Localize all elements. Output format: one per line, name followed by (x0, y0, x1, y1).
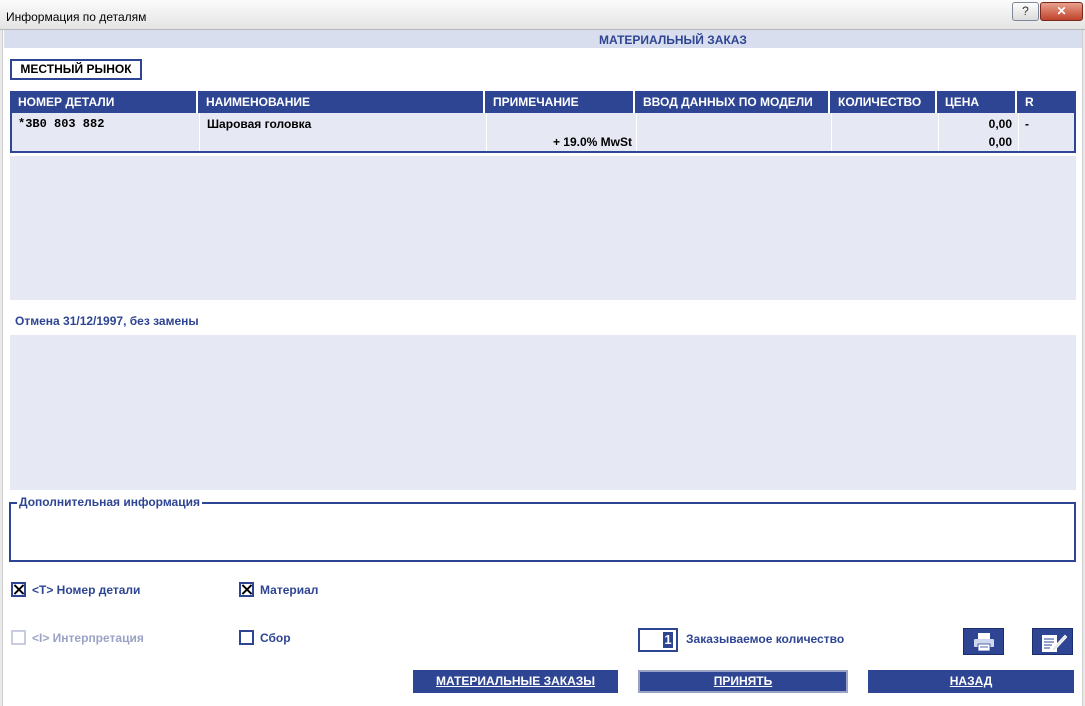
quantity-cell (832, 113, 939, 151)
part-number-checkbox[interactable]: <T> Номер детали (11, 582, 140, 597)
table-header: НОМЕР ДЕТАЛИ НАИМЕНОВАНИЕ ПРИМЕЧАНИЕ ВВО… (10, 91, 1076, 113)
r-cell: - (1025, 117, 1029, 131)
edit-notes-icon (1042, 634, 1067, 652)
assembly-checkbox-label: Сбор (260, 630, 291, 645)
close-button[interactable]: ✕ (1040, 2, 1083, 21)
column-header-part-number[interactable]: НОМЕР ДЕТАЛИ (10, 91, 198, 113)
header-bar: МАТЕРИАЛЬНЫЙ ЗАКАЗ (4, 30, 1082, 48)
part-name-cell: Шаровая головка (207, 117, 312, 131)
order-quantity-input[interactable]: 1 (638, 628, 678, 652)
price-cell: 0,00 (988, 117, 1012, 131)
assembly-checkbox[interactable]: Сбор (239, 630, 291, 645)
edit-button[interactable] (1032, 628, 1073, 655)
interpretation-checkbox[interactable]: <I> Интерпретация (11, 630, 144, 645)
checkbox-unchecked-icon[interactable] (239, 630, 254, 645)
column-header-model-input[interactable]: ВВОД ДАННЫХ ПО МОДЕЛИ (635, 91, 830, 113)
column-header-price[interactable]: ЦЕНА (937, 91, 1017, 113)
material-checkbox[interactable]: Материал (239, 582, 318, 597)
details-panel (10, 335, 1076, 490)
material-orders-button[interactable]: МАТЕРИАЛЬНЫЕ ЗАКАЗЫ (413, 670, 618, 693)
checkbox-checked-icon[interactable] (239, 582, 254, 597)
material-checkbox-label: Материал (260, 582, 319, 597)
local-market-button[interactable]: МЕСТНЫЙ РЫНОК (10, 59, 142, 80)
column-header-quantity[interactable]: КОЛИЧЕСТВО (830, 91, 937, 113)
additional-info-box: Дополнительная информация (9, 495, 1076, 562)
checkbox-unchecked-icon[interactable] (11, 630, 26, 645)
additional-info-label: Дополнительная информация (17, 495, 202, 509)
order-quantity-label: Заказываемое количество (686, 632, 845, 646)
help-button[interactable]: ? (1012, 2, 1039, 21)
part-number-cell: *3B0 803 882 (18, 117, 105, 131)
interpretation-checkbox-label: <I> Интерпретация (32, 630, 144, 645)
part-number-checkbox-label: <T> Номер детали (32, 582, 141, 597)
note-cell: + 19.0% MwSt (552, 135, 632, 149)
checkbox-checked-icon[interactable] (11, 582, 26, 597)
back-button[interactable]: НАЗАД (868, 670, 1074, 693)
table-empty-area (10, 156, 1076, 300)
price-tax-cell: 0,00 (988, 135, 1012, 149)
parts-table: НОМЕР ДЕТАЛИ НАИМЕНОВАНИЕ ПРИМЕЧАНИЕ ВВО… (10, 91, 1076, 153)
column-header-name[interactable]: НАИМЕНОВАНИЕ (198, 91, 485, 113)
order-quantity-value: 1 (663, 632, 673, 648)
table-row[interactable]: *3B0 803 882 Шаровая головка + 19.0% MwS… (10, 113, 1076, 153)
column-header-r[interactable]: R (1017, 91, 1076, 113)
window-border-left (0, 30, 3, 706)
cancellation-note: Отмена 31/12/1997, без замены (15, 314, 199, 328)
print-button[interactable] (963, 628, 1004, 655)
column-header-note[interactable]: ПРИМЕЧАНИЕ (485, 91, 635, 113)
title-bar: Информация по деталям ? ✕ (0, 0, 1085, 30)
window-title: Информация по деталям (6, 10, 147, 24)
page-title: МАТЕРИАЛЬНЫЙ ЗАКАЗ (599, 33, 747, 47)
model-input-cell (637, 113, 832, 151)
printer-icon (974, 633, 994, 652)
accept-button[interactable]: ПРИНЯТЬ (638, 670, 848, 693)
